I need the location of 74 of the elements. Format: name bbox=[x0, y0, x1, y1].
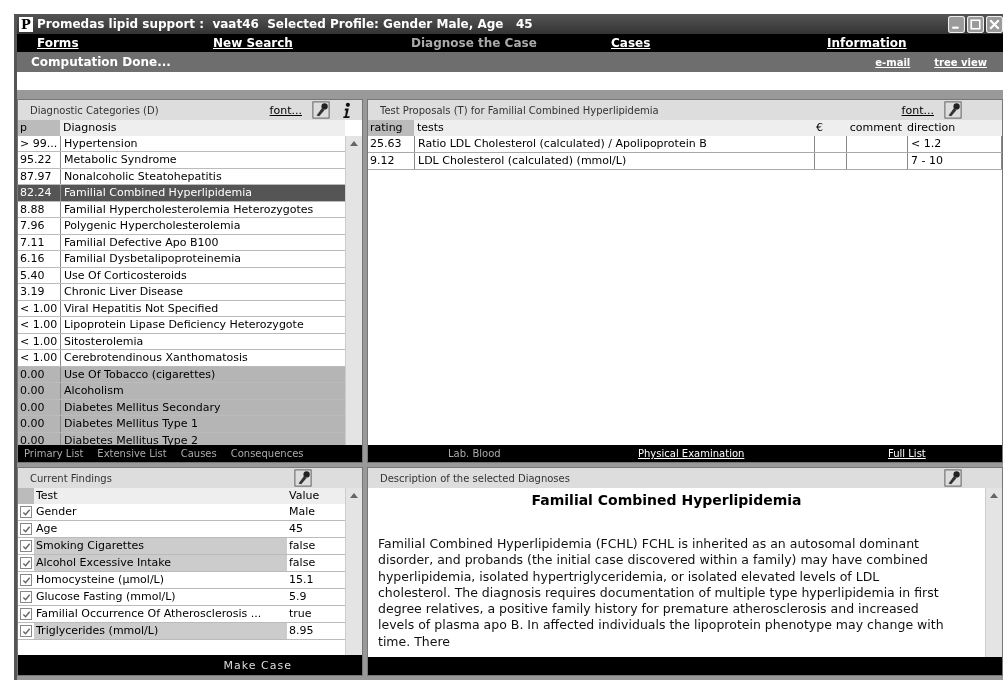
nav-link[interactable]: Forms bbox=[37, 36, 79, 50]
diagnosis-row[interactable]: < 1.00 Cerebrotendinous Xanthomatosis bbox=[18, 350, 345, 367]
diagnosis-row[interactable]: < 1.00 Lipoprotein Lipase Deficiency Heterozygote bbox=[18, 317, 345, 334]
panel-title: Description of the selected Diagnoses bbox=[380, 472, 571, 484]
diagnosis-row[interactable]: 5.40 Use Of Corticosteroids bbox=[18, 267, 345, 284]
maximize-button[interactable] bbox=[967, 15, 984, 33]
scrollbar[interactable] bbox=[985, 488, 1002, 657]
nav-link[interactable]: New Search bbox=[213, 36, 293, 50]
scrollbar[interactable] bbox=[345, 136, 362, 445]
panel-title: Current Findings bbox=[30, 472, 113, 484]
status-link[interactable]: tree view bbox=[934, 56, 987, 68]
description-text: Familial Combined Hyperlipidemia (FCHL) FCHL is inherited as an autosomal dominant disorder, and probands (the initial case discovered within a family) may have combined hyperlipidemia, isolated hypertriglyceridemia, or isolated elevated levels of LDL cholesterol. The diagnosis requires documentation of multiple type hyperlipidemia in first degree relatives, a positive family history for premature atherosclerosis and increased levels of plasma apo B. In affected individuals the lipoprotein phenotype may change with time. There bbox=[378, 536, 945, 651]
info-icon[interactable] bbox=[340, 101, 352, 119]
column-header: Diagnosis bbox=[62, 120, 117, 136]
checkbox[interactable] bbox=[20, 540, 32, 552]
close-button[interactable] bbox=[986, 15, 1003, 33]
diagnosis-row[interactable]: 95.22 Metabolic Syndrome bbox=[18, 152, 345, 169]
scroll-up-icon[interactable] bbox=[990, 493, 998, 498]
scroll-up-icon[interactable] bbox=[350, 141, 358, 146]
status-message: Computation Done... bbox=[31, 55, 172, 69]
checkbox[interactable] bbox=[20, 523, 32, 535]
checkbox[interactable] bbox=[20, 625, 32, 637]
diagnosis-row[interactable]: 0.00 Alcoholism bbox=[18, 383, 345, 400]
column-header: direction bbox=[906, 120, 957, 136]
header-corner bbox=[18, 488, 34, 504]
app-logo: P bbox=[19, 16, 33, 32]
window-title: Promedas lipid support : vaat46 Selected Profile: Gender Male, Age 45 bbox=[37, 17, 534, 31]
diagnosis-row[interactable]: > 99... Hypertension bbox=[18, 135, 345, 152]
make-case-button[interactable]: Make Case bbox=[18, 655, 362, 675]
checkbox[interactable] bbox=[20, 574, 32, 586]
diagnosis-row[interactable]: < 1.00 Sitosterolemia bbox=[18, 333, 345, 350]
diagnosis-row[interactable]: < 1.00 Viral Hepatitis Not Specified bbox=[18, 300, 345, 317]
list-tab[interactable]: Causes bbox=[180, 448, 217, 459]
diagnosis-row[interactable]: 8.88 Familial Hypercholesterolemia Heterozygotes bbox=[18, 201, 345, 218]
checkbox[interactable] bbox=[20, 608, 32, 620]
diagnosis-row[interactable]: 6.16 Familial Dysbetalipoproteinemia bbox=[18, 251, 345, 268]
finding-row[interactable]: Glucose Fasting (mmol/L) 5.9 bbox=[18, 589, 345, 606]
font-link[interactable]: font... bbox=[901, 103, 934, 117]
column-header: tests bbox=[416, 120, 445, 136]
column-header: rating bbox=[368, 120, 414, 136]
checkbox[interactable] bbox=[20, 557, 32, 569]
diagnosis-row[interactable]: 7.11 Familial Defective Apo B100 bbox=[18, 234, 345, 251]
scrollbar[interactable] bbox=[345, 488, 362, 655]
font-link[interactable]: font... bbox=[269, 103, 302, 117]
column-header: € bbox=[815, 120, 824, 136]
list-tab[interactable]: Consequences bbox=[230, 448, 304, 459]
nav-link[interactable]: Information bbox=[827, 36, 907, 50]
finding-row[interactable]: Homocysteine (µmol/L) 15.1 bbox=[18, 572, 345, 589]
nav-link[interactable]: Diagnose the Case bbox=[411, 36, 537, 50]
checkbox[interactable] bbox=[20, 591, 32, 603]
column-header: Test bbox=[35, 488, 59, 504]
diagnosis-row[interactable]: 7.96 Polygenic Hypercholesterolemia bbox=[18, 218, 345, 235]
diagnosis-row[interactable]: 82.24 Familial Combined Hyperlipidemia bbox=[18, 185, 345, 202]
nav-link[interactable]: Cases bbox=[611, 36, 651, 50]
checkbox[interactable] bbox=[20, 506, 32, 518]
panel-title: Diagnostic Categories (D) bbox=[30, 104, 160, 116]
finding-row[interactable]: Gender Male bbox=[18, 504, 345, 521]
test-tab[interactable]: Physical Examination bbox=[638, 448, 745, 459]
diagnosis-row[interactable]: 0.00 Diabetes Mellitus Type 1 bbox=[18, 416, 345, 433]
panel-title: Test Proposals (T) for Familial Combined Hyperlipidemia bbox=[380, 104, 660, 116]
column-header: comment bbox=[848, 120, 903, 136]
minimize-button[interactable] bbox=[948, 15, 965, 33]
diagnosis-row[interactable]: 3.19 Chronic Liver Disease bbox=[18, 284, 345, 301]
description-heading: Familial Combined Hyperlipidemia bbox=[530, 492, 803, 508]
status-link[interactable]: e-mail bbox=[875, 56, 911, 68]
list-tab[interactable]: Primary List bbox=[24, 448, 84, 459]
test-tab[interactable]: Full List bbox=[888, 448, 926, 459]
test-row[interactable]: 9.12 LDL Cholesterol (calculated) (mmol/L) 7 - 10 bbox=[368, 153, 1002, 170]
test-row[interactable]: 25.63 Ratio LDL Cholesterol (calculated) / Apolipoprotein B < 1.2 bbox=[368, 136, 1002, 153]
scroll-up-icon[interactable] bbox=[350, 493, 358, 498]
column-header: Value bbox=[288, 488, 321, 504]
list-tab[interactable]: Extensive List bbox=[97, 448, 167, 459]
column-header: p bbox=[18, 120, 60, 136]
test-tab[interactable]: Lab. Blood bbox=[448, 448, 501, 459]
